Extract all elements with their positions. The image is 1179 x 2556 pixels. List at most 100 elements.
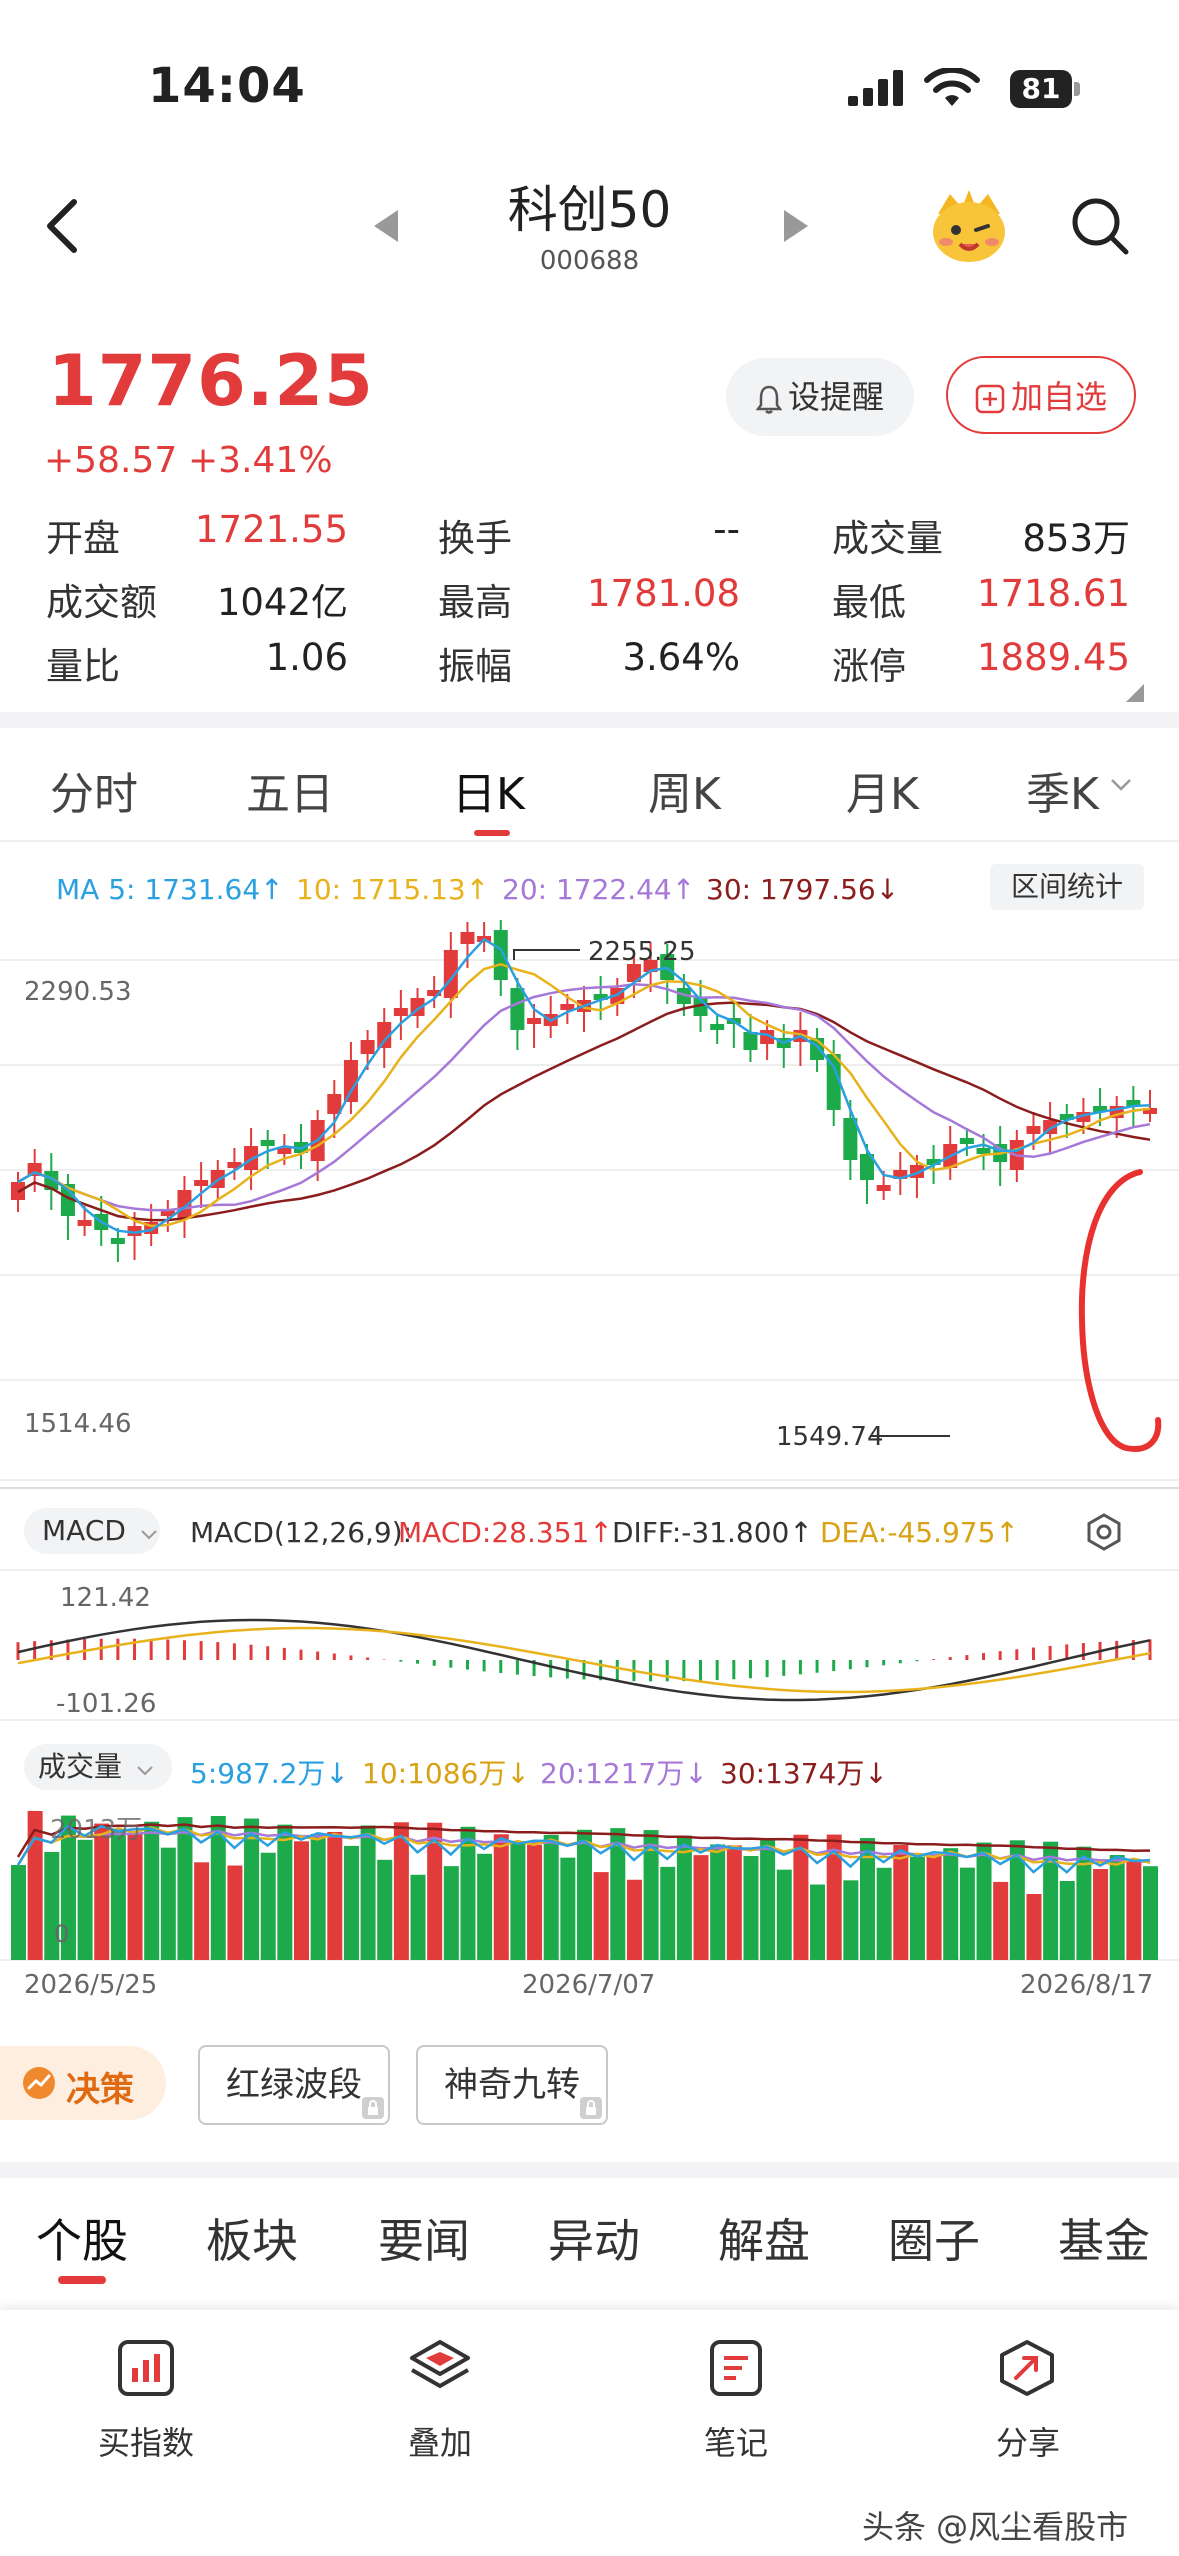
share-icon[interactable] [996, 2338, 1058, 2398]
trend-icon [23, 2067, 55, 2099]
stat-value-turnover: -- [713, 508, 740, 551]
high-marker-label: 2255.25 [588, 937, 696, 967]
strategy-button[interactable]: 决策 [0, 2046, 166, 2120]
volume-bar [127, 1834, 143, 1960]
chevron-down-icon[interactable] [1110, 778, 1132, 792]
tab-intraday[interactable]: 分时 [50, 758, 138, 822]
tab-weekly-k[interactable]: 周K [648, 758, 721, 822]
settings-icon[interactable] [1084, 1512, 1124, 1552]
volume-bar [626, 1879, 642, 1960]
volume-bar [144, 1821, 160, 1960]
candle-body [959, 1138, 974, 1144]
expand-corner-icon[interactable] [1126, 684, 1144, 702]
tab-fund[interactable]: 基金 [1058, 2205, 1150, 2271]
stat-value-high: 1781.08 [586, 572, 740, 615]
active-tab-indicator [474, 830, 510, 836]
stat-label-open: 开盘 [46, 517, 120, 560]
kline-chart[interactable]: 2290.53 1514.46 2255.25 1549.74 121.42 -… [0, 920, 1179, 1980]
lock-icon [362, 2097, 384, 2119]
ma10-value: 10: 1715.13↑ [296, 873, 490, 906]
stat-value-amplitude: 3.64% [622, 636, 740, 679]
bell-icon [755, 385, 783, 414]
buy-index-icon[interactable] [116, 2338, 176, 2398]
candle-body [510, 988, 525, 1030]
volume-bar [760, 1838, 776, 1960]
section-divider [0, 2162, 1179, 2178]
range-stats-button[interactable]: 区间统计 [990, 864, 1144, 910]
price-change-pct: +3.41% [188, 440, 333, 481]
volume-bar [909, 1856, 925, 1960]
tab-sector[interactable]: 板块 [206, 2205, 298, 2271]
chevron-down-icon [141, 1530, 157, 1540]
tab-daily-k[interactable]: 日K [452, 758, 525, 822]
chip-magic-nine-label: 神奇九转 [444, 2065, 580, 2105]
mascot-icon[interactable] [928, 184, 1010, 264]
volume-bar [726, 1845, 742, 1960]
volume-bar [260, 1852, 276, 1960]
volume-bar [893, 1845, 909, 1960]
ma20-value: 20: 1722.44↑ [502, 873, 696, 906]
volume-bar [160, 1847, 176, 1960]
search-icon[interactable] [1070, 196, 1130, 256]
y-axis-top-label: 2290.53 [24, 977, 132, 1007]
stat-value-low: 1718.61 [976, 572, 1130, 615]
volume-y-top: 2013万 [50, 1815, 142, 1845]
tab-circle[interactable]: 圈子 [888, 2205, 980, 2271]
stat-label-high: 最高 [438, 581, 512, 624]
volume-bar [876, 1867, 892, 1960]
volume-bar [227, 1865, 243, 1960]
volume-bar [360, 1825, 376, 1960]
volume-selector[interactable]: 成交量 [24, 1744, 172, 1790]
status-time: 14:04 [148, 58, 306, 114]
chip-magic-nine[interactable]: 神奇九转 [416, 2045, 608, 2125]
overlay-label[interactable]: 叠加 [360, 2418, 520, 2464]
chip-red-green-band[interactable]: 红绿波段 [198, 2045, 390, 2125]
chip-red-green-band-label: 红绿波段 [226, 2065, 362, 2105]
candle-body [110, 1238, 125, 1244]
next-stock-icon[interactable] [782, 208, 810, 244]
notes-icon[interactable] [706, 2338, 766, 2398]
overlay-icon[interactable] [408, 2338, 472, 2398]
low-marker-label: 1549.74 [776, 1422, 884, 1452]
tab-five-day[interactable]: 五日 [246, 758, 334, 822]
ma30-value: 30: 1797.56↓ [706, 873, 900, 906]
tab-stock[interactable]: 个股 [36, 2205, 128, 2271]
wifi-icon [924, 68, 980, 106]
macd-selector[interactable]: MACD [24, 1508, 160, 1554]
stat-value-amount: 1042亿 [216, 581, 348, 624]
candle-body [743, 1032, 758, 1050]
tab-movement[interactable]: 异动 [548, 2205, 640, 2271]
add-watchlist-button[interactable]: 加自选 [946, 356, 1136, 434]
tab-monthly-k[interactable]: 月K [846, 758, 919, 822]
volume-bar [343, 1845, 359, 1960]
volume-bar [194, 1862, 210, 1960]
volume-bar [527, 1844, 543, 1960]
volume-bar [776, 1869, 792, 1960]
stat-label-limit-up: 涨停 [832, 645, 906, 688]
candle-body [360, 1040, 375, 1054]
ma5-value: MA 5: 1731.64↑ [56, 873, 284, 906]
share-label[interactable]: 分享 [948, 2418, 1108, 2464]
volume-bar [244, 1818, 260, 1960]
watermark: 头条 @风尘看股市 [862, 2508, 1129, 2546]
tab-news[interactable]: 要闻 [378, 2205, 470, 2271]
notes-label[interactable]: 笔记 [656, 2418, 816, 2464]
buy-index-label[interactable]: 买指数 [66, 2418, 226, 2464]
tab-quarterly-k[interactable]: 季K [1026, 758, 1099, 822]
x-axis-start: 2026/5/25 [24, 1970, 158, 2000]
macd-y-top: 121.42 [60, 1583, 151, 1613]
tab-analysis[interactable]: 解盘 [718, 2205, 810, 2271]
lock-icon [580, 2097, 602, 2119]
stat-label-amplitude: 振幅 [438, 645, 512, 688]
volume-bar [943, 1848, 959, 1960]
ma30-line [17, 1001, 1151, 1222]
tab-divider [0, 840, 1179, 842]
set-alert-label: 设提醒 [787, 378, 884, 416]
candle-body [260, 1140, 275, 1146]
set-alert-button[interactable]: 设提醒 [726, 358, 914, 436]
strategy-label: 决策 [66, 2070, 134, 2110]
candle-body [493, 930, 508, 980]
volume-bar [493, 1834, 509, 1960]
vol-ma20-value: 20:1217万↓ [540, 1757, 708, 1790]
current-price: 1776.25 [48, 340, 374, 422]
